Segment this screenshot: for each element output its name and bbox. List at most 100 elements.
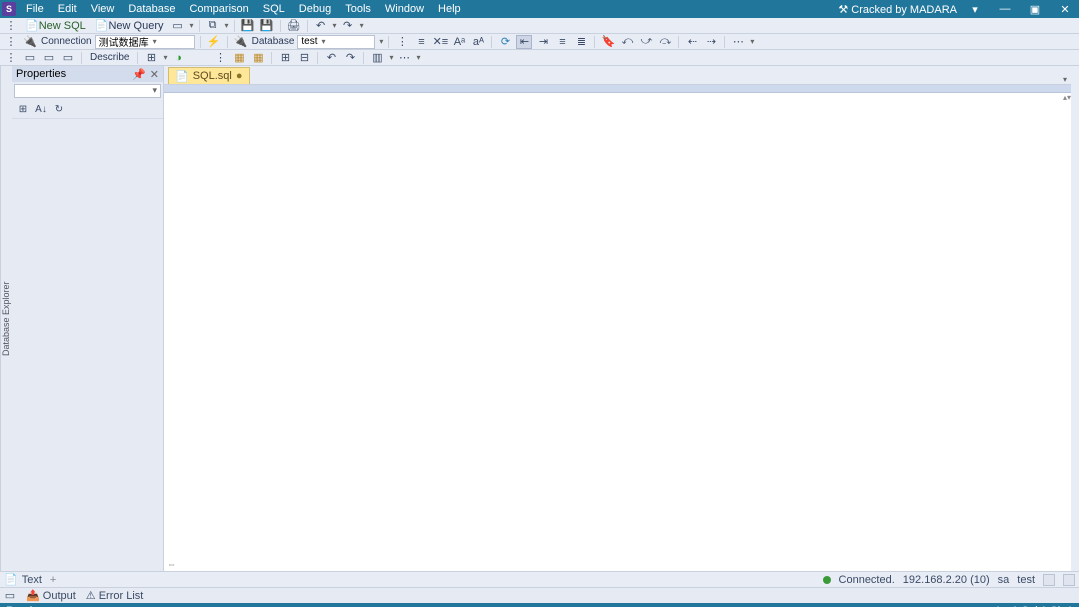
tb3-c8[interactable]: ⋯ [397, 51, 413, 65]
menu-window[interactable]: Window [379, 2, 430, 16]
prop-refresh-icon[interactable]: ↻ [52, 102, 66, 116]
tb3-c2[interactable]: ▦ [250, 51, 266, 65]
menu-view[interactable]: View [85, 2, 121, 16]
cracked-label: ⚒ Cracked by MADARA [838, 3, 957, 16]
connection-label: Connection [41, 36, 92, 47]
prop-categorized-icon[interactable]: ⊞ [16, 102, 30, 116]
menu-debug[interactable]: Debug [293, 2, 337, 16]
properties-object-combo[interactable] [14, 84, 161, 98]
right-gutter [1071, 66, 1079, 571]
bookmark-next-button[interactable]: ⤻ [638, 35, 654, 49]
uppercase-button[interactable]: Aᵃ [451, 35, 467, 49]
database-label: Database [252, 36, 295, 47]
menu-comparison[interactable]: Comparison [183, 2, 254, 16]
run-icon[interactable]: ⚡ [206, 35, 222, 49]
refresh-button[interactable]: ⟳ [497, 35, 513, 49]
menu-edit[interactable]: Edit [52, 2, 83, 16]
minimize-button[interactable]: — [993, 3, 1017, 15]
tb3-btn-b[interactable]: ◑ [170, 51, 186, 65]
properties-panel: Properties 📌 ✕ ⊞ A↓ ↻ [12, 66, 164, 571]
editor-area: 📄 SQL.sql ● ▾ ▴▾ ⇔ [164, 66, 1071, 571]
menu-database[interactable]: Database [122, 2, 181, 16]
titlebar: S File Edit View Database Comparison SQL… [0, 0, 1079, 18]
save-button[interactable]: 💾 [240, 19, 256, 33]
save-all-button[interactable]: 💾 [259, 19, 275, 33]
toolbar-row-2: ⋮ 🔌 Connection 测试数据库 ⚡ 🔌 Database test ▾… [0, 34, 1079, 50]
toolbar-row-3: ⋮ ▭ ▭ ▭ Describe ⊞▾ ◑ ⋮ ▦ ▦ ⊞ ⊟ ↶ ↷ ▥▾ ⋯… [0, 50, 1079, 66]
pin-icon[interactable]: 📌 [132, 68, 146, 81]
properties-body [12, 119, 163, 571]
database-combo[interactable]: test [297, 35, 375, 49]
menu-tools[interactable]: Tools [339, 2, 377, 16]
file-tab-sql[interactable]: 📄 SQL.sql ● [168, 67, 250, 84]
tb3-c6[interactable]: ↷ [342, 51, 358, 65]
menu-help[interactable]: Help [432, 2, 467, 16]
prop-alphabetical-icon[interactable]: A↓ [34, 102, 48, 116]
grip-icon: ⋮ [3, 35, 19, 49]
sql-editor-textarea[interactable]: ▴▾ ⇔ [164, 93, 1071, 571]
new-sql-button[interactable]: 📄 New SQL [22, 19, 89, 33]
bookmark-clear-button[interactable]: ⤼ [657, 35, 673, 49]
file-icon: 📄 [175, 70, 189, 83]
maximize-button[interactable]: ▣ [1023, 3, 1047, 16]
indent-left-button[interactable]: ⇤ [516, 35, 532, 49]
execute-button[interactable]: ▭ [22, 51, 38, 65]
tb3-c7[interactable]: ▥ [369, 51, 385, 65]
indent-button[interactable]: ⇢ [703, 35, 719, 49]
connection-host-label: 192.168.2.20 (10) [903, 574, 990, 586]
connection-combo[interactable]: 测试数据库 [95, 35, 195, 49]
grip-icon: ⋮ [394, 35, 410, 49]
scroll-split-icon[interactable]: ▴▾ [1063, 93, 1071, 103]
database-explorer-tab[interactable]: Database Explorer [0, 66, 12, 571]
copy-icon[interactable]: ⧉ [205, 19, 221, 33]
title-dropdown-icon[interactable]: ▾ [963, 3, 987, 16]
tb3-c5[interactable]: ↶ [323, 51, 339, 65]
add-tab-button[interactable]: + [50, 574, 56, 586]
indent-right-button[interactable]: ⇥ [535, 35, 551, 49]
more-icon[interactable]: ⋯ [730, 35, 746, 49]
errorlist-tab[interactable]: ⚠ Error List [86, 589, 144, 602]
connection-status-icon [823, 576, 831, 584]
layout-toggle-2[interactable] [1063, 574, 1075, 586]
tb3-c4[interactable]: ⊟ [296, 51, 312, 65]
align-left-button[interactable]: ≡ [554, 35, 570, 49]
redo-button[interactable]: ↷ [340, 19, 356, 33]
outdent-button[interactable]: ⇠ [684, 35, 700, 49]
open-button[interactable]: ▭ [170, 19, 186, 33]
statusbar: Ready Ln 1 Col 1 Ch 1 [0, 603, 1079, 607]
tab-overflow-icon[interactable]: ▾ [1063, 75, 1067, 84]
connection-status-label: Connected. [839, 574, 895, 586]
print-button[interactable]: 🖨 [286, 19, 302, 33]
output-tab[interactable]: 📤 Output [26, 589, 76, 602]
menu-sql[interactable]: SQL [257, 2, 291, 16]
text-tab[interactable]: 📄 Text [4, 573, 42, 586]
split-horizontal-icon[interactable]: ⇔ [167, 559, 176, 569]
bookmark-prev-button[interactable]: ⤺ [619, 35, 635, 49]
undo-button[interactable]: ↶ [313, 19, 329, 33]
panel-close-icon[interactable]: ✕ [150, 68, 159, 81]
layout-toggle-1[interactable] [1043, 574, 1055, 586]
stop-button[interactable]: ▭ [60, 51, 76, 65]
new-query-button[interactable]: 📄 New Query [92, 19, 167, 33]
lowercase-button[interactable]: aᴬ [470, 35, 486, 49]
connection-icon: 🔌 [22, 35, 38, 49]
align-button[interactable]: ≣ [573, 35, 589, 49]
properties-title: Properties [16, 68, 66, 80]
describe-button[interactable]: Describe [87, 51, 132, 65]
close-button[interactable]: ✕ [1053, 3, 1077, 16]
editor-bottom-strip: 📄 Text + Connected. 192.168.2.20 (10) sa… [0, 571, 1079, 587]
menu-file[interactable]: File [20, 2, 50, 16]
comment-button[interactable]: ≡ [413, 35, 429, 49]
execute-current-button[interactable]: ▭ [41, 51, 57, 65]
connection-db-label: test [1017, 574, 1035, 586]
bookmark-button[interactable]: 🔖 [600, 35, 616, 49]
editor-tabstrip: 📄 SQL.sql ● ▾ [164, 66, 1071, 85]
app-icon: S [2, 2, 16, 16]
uncomment-button[interactable]: ✕≡ [432, 35, 448, 49]
tb3-c1[interactable]: ▦ [231, 51, 247, 65]
tb3-btn-a[interactable]: ⊞ [143, 51, 159, 65]
grip-icon: ⋮ [3, 19, 19, 33]
tb3-c3[interactable]: ⊞ [277, 51, 293, 65]
menubar: File Edit View Database Comparison SQL D… [20, 2, 838, 16]
left-margin-icon[interactable]: ▭ [4, 591, 16, 601]
